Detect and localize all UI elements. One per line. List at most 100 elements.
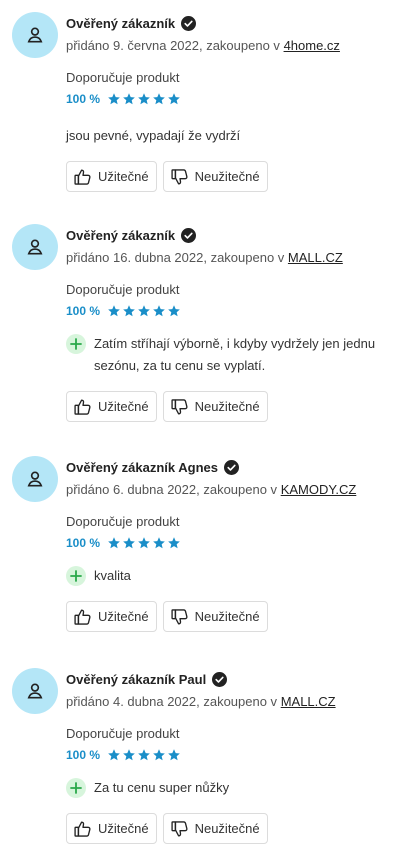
recommend-label: Doporučuje produkt (66, 514, 180, 529)
review-pro: kvalita (66, 565, 407, 587)
review-meta: přidáno 16. dubna 2022, zakoupeno v MALL… (66, 249, 407, 266)
review-date: přidáno 16. dubna 2022, zakoupeno v (66, 250, 285, 265)
star-icon (167, 748, 181, 762)
star-icon (152, 748, 166, 762)
star-icon (167, 536, 181, 550)
recommend-label: Doporučuje produkt (66, 726, 180, 741)
star-icon (107, 536, 121, 550)
recommend-label: Doporučuje produkt (66, 282, 180, 297)
shop-link[interactable]: 4home.cz (284, 38, 340, 53)
star-icon (152, 304, 166, 318)
avatar (12, 668, 58, 714)
shop-link[interactable]: MALL.CZ (288, 250, 343, 265)
useful-label: Užitečné (98, 609, 149, 624)
author-name: Ověřený zákazník Paul (66, 671, 207, 687)
user-icon (25, 681, 45, 701)
review-pro-text: Zatím stříhají výborně, i kdyby vydržely… (94, 336, 376, 373)
review-pro: Za tu cenu super nůžky (66, 777, 407, 799)
avatar (12, 224, 58, 270)
plus-icon (66, 334, 86, 354)
rating: 100 % (66, 303, 407, 319)
useless-button[interactable]: Neužitečné (162, 813, 268, 844)
star-icon (122, 536, 136, 550)
user-icon (25, 25, 45, 45)
rating-percent: 100 % (66, 304, 101, 318)
useless-label: Neužitečné (194, 609, 260, 624)
review-meta: přidáno 9. června 2022, zakoupeno v 4hom… (66, 37, 407, 54)
shop-link[interactable]: MALL.CZ (281, 694, 336, 709)
review-content: Ověřený zákazník přidáno 16. dubna 2022, … (66, 226, 407, 422)
plus-icon (66, 778, 86, 798)
thumbs-up-icon (73, 397, 98, 417)
check-circle-icon (175, 227, 197, 243)
rating: 100 % (66, 535, 407, 551)
author-row: Ověřený zákazník Agnes (66, 458, 407, 476)
star-icon (122, 304, 136, 318)
author-name: Ověřený zákazník (66, 15, 176, 31)
rating-stars (107, 536, 181, 550)
review-pro: Zatím stříhají výborně, i kdyby vydržely… (66, 333, 407, 377)
rating: 100 % (66, 91, 407, 107)
useful-label: Užitečné (98, 399, 149, 414)
star-icon (137, 748, 151, 762)
shop-link[interactable]: KAMODY.CZ (281, 482, 357, 497)
review-meta: přidáno 6. dubna 2022, zakoupeno v KAMOD… (66, 481, 407, 498)
useful-label: Užitečné (98, 821, 149, 836)
recommend-label: Doporučuje produkt (66, 70, 180, 85)
rating: 100 % (66, 747, 407, 763)
star-icon (137, 536, 151, 550)
vote-buttons: Užitečné Neužitečné (66, 601, 407, 632)
thumbs-up-icon (73, 607, 98, 627)
useful-label: Užitečné (98, 169, 149, 184)
useless-button[interactable]: Neužitečné (162, 601, 268, 632)
author-row: Ověřený zákazník (66, 226, 407, 244)
useless-button[interactable]: Neužitečné (162, 161, 268, 192)
useful-button[interactable]: Užitečné (66, 161, 157, 192)
rating-stars (107, 92, 181, 106)
author-name: Ověřený zákazník (66, 227, 176, 243)
review-meta: přidáno 4. dubna 2022, zakoupeno v MALL.… (66, 693, 407, 710)
review-date: přidáno 4. dubna 2022, zakoupeno v (66, 694, 278, 709)
thumbs-up-icon (73, 167, 98, 187)
thumbs-down-icon (170, 167, 195, 187)
thumbs-down-icon (170, 607, 195, 627)
review-content: Ověřený zákazník Agnes přidáno 6. dubna 2… (66, 458, 407, 632)
star-icon (167, 304, 181, 318)
rating-percent: 100 % (66, 536, 101, 550)
star-icon (137, 304, 151, 318)
star-icon (152, 536, 166, 550)
author-name: Ověřený zákazník Agnes (66, 459, 218, 475)
check-circle-icon (206, 671, 228, 687)
author-row: Ověřený zákazník (66, 14, 407, 32)
useless-label: Neužitečné (194, 169, 260, 184)
useless-label: Neužitečné (194, 399, 260, 414)
plus-icon (66, 566, 86, 586)
vote-buttons: Užitečné Neužitečné (66, 813, 407, 844)
useless-label: Neužitečné (194, 821, 260, 836)
thumbs-down-icon (170, 397, 195, 417)
star-icon (152, 92, 166, 106)
useful-button[interactable]: Užitečné (66, 813, 157, 844)
thumbs-up-icon (73, 819, 98, 839)
thumbs-down-icon (170, 819, 195, 839)
useful-button[interactable]: Užitečné (66, 601, 157, 632)
useful-button[interactable]: Užitečné (66, 391, 157, 422)
review-pro-text: kvalita (94, 568, 131, 583)
rating-stars (107, 304, 181, 318)
star-icon (122, 748, 136, 762)
rating-percent: 100 % (66, 748, 101, 762)
star-icon (167, 92, 181, 106)
check-circle-icon (218, 459, 239, 475)
avatar (12, 12, 58, 58)
rating-stars (107, 748, 181, 762)
review-pro-text: Za tu cenu super nůžky (94, 780, 230, 795)
review-date: přidáno 6. dubna 2022, zakoupeno v (66, 482, 278, 497)
check-circle-icon (175, 15, 197, 31)
user-icon (25, 469, 45, 489)
review-content: Ověřený zákazník Paul přidáno 4. dubna 20… (66, 670, 407, 844)
review-text: jsou pevné, vypadají že vydrží (66, 128, 241, 143)
vote-buttons: Užitečné Neužitečné (66, 391, 407, 422)
useless-button[interactable]: Neužitečné (162, 391, 268, 422)
author-row: Ověřený zákazník Paul (66, 670, 407, 688)
review-date: přidáno 9. června 2022, zakoupeno v (66, 38, 280, 53)
